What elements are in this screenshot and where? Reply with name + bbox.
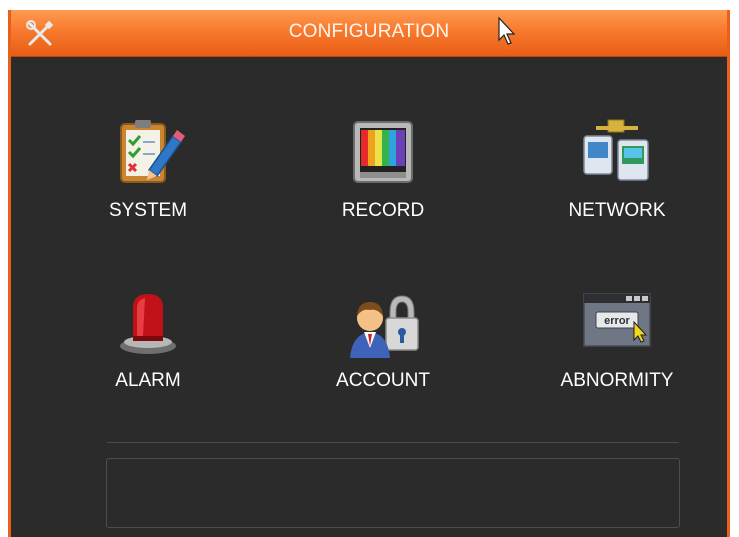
menu-item-record[interactable]: RECORD <box>308 114 458 244</box>
network-computers-icon <box>583 119 649 181</box>
user-lock-icon <box>350 295 419 358</box>
menu-item-label: SYSTEM <box>108 200 188 221</box>
menu-item-label: NETWORK <box>568 200 666 221</box>
menu-item-label: ACCOUNT <box>336 370 430 391</box>
menu-item-label: ALARM <box>115 370 181 391</box>
siren-light-icon <box>120 294 176 354</box>
window-title: CONFIGURATION <box>288 21 450 42</box>
title-bar: CONFIGURATION <box>11 10 727 57</box>
menu-item-account[interactable]: ACCOUNT <box>308 284 458 414</box>
color-bars-monitor-icon <box>353 121 413 183</box>
error-window-icon: error <box>583 293 651 347</box>
configuration-window: CONFIGURATION SYSTEM RECORD NETWORK ALAR… <box>8 10 730 537</box>
error-text: error <box>604 315 630 327</box>
clipboard-pencil-icon <box>120 120 185 183</box>
menu-item-alarm[interactable]: ALARM <box>73 284 223 414</box>
menu-item-system[interactable]: SYSTEM <box>73 114 223 244</box>
menu-item-label: ABNORMITY <box>560 370 674 391</box>
menu-item-label: RECORD <box>341 200 425 221</box>
info-panel <box>106 458 680 528</box>
divider <box>107 442 679 443</box>
menu-item-network[interactable]: NETWORK <box>542 114 692 244</box>
mouse-cursor-icon <box>498 16 516 45</box>
menu-item-abnormity[interactable]: error ABNORMITY <box>542 284 692 414</box>
